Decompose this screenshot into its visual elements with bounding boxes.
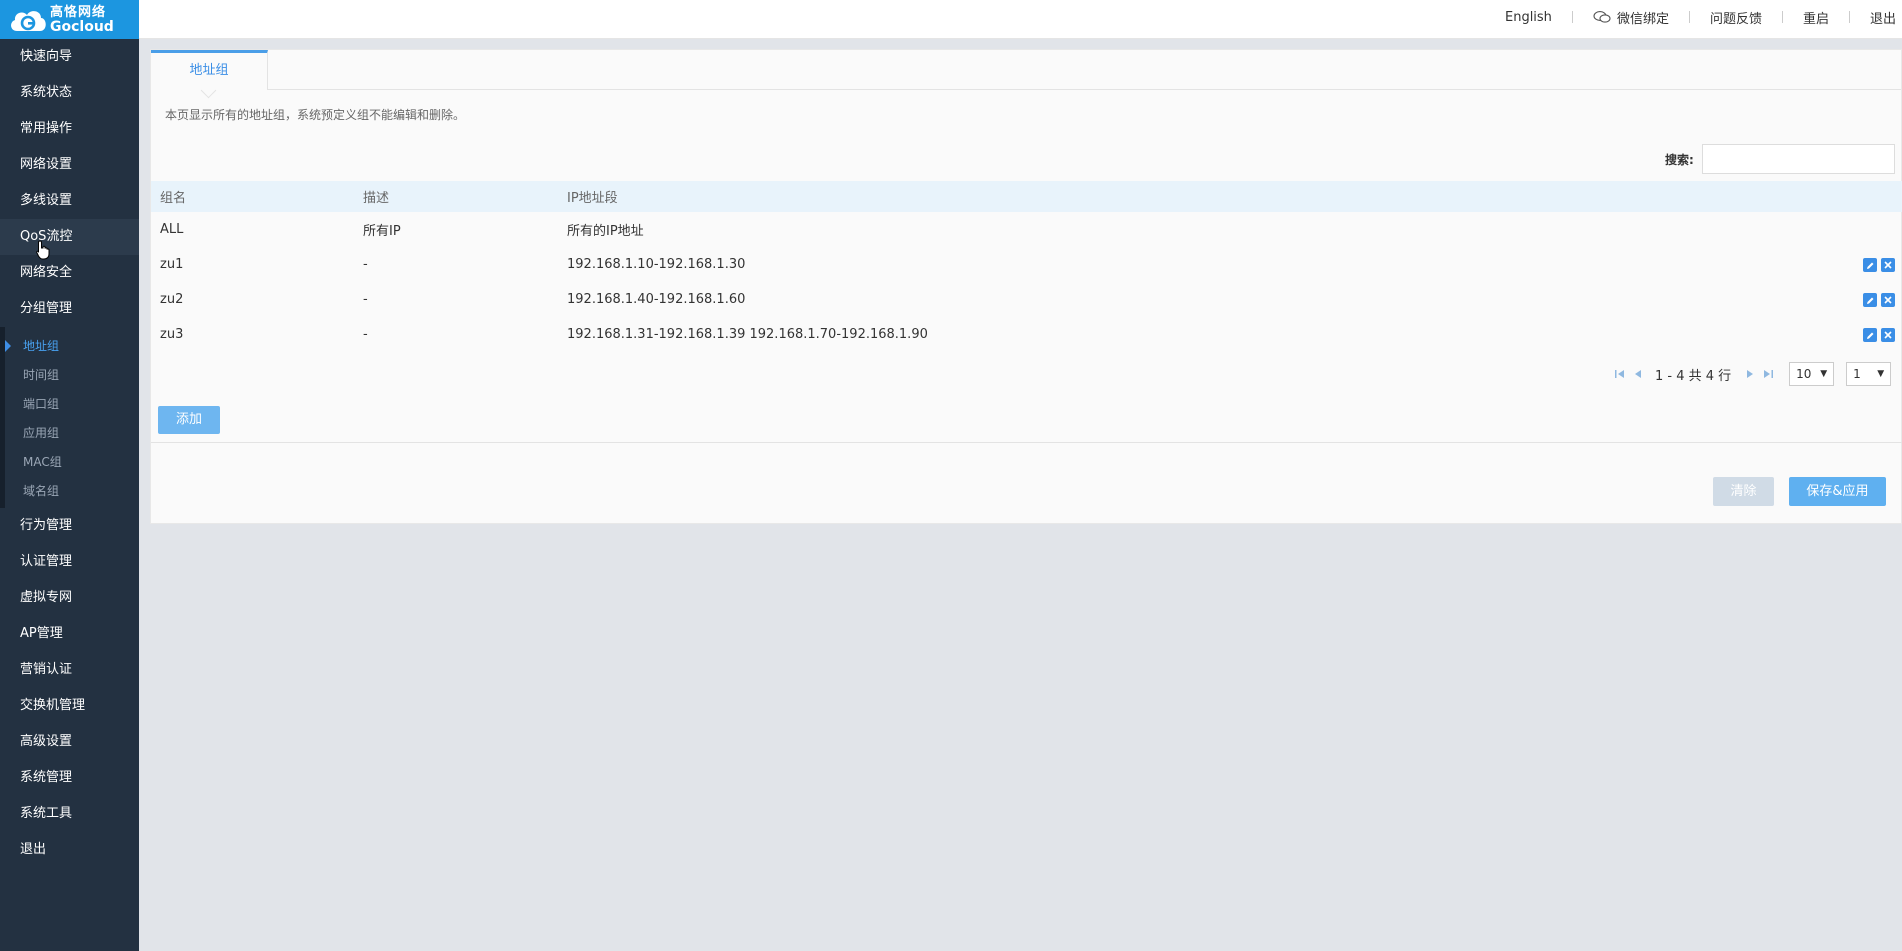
cell-desc: -: [363, 292, 368, 307]
page-size-select[interactable]: 10 ▼: [1789, 362, 1835, 386]
brand-logo[interactable]: 高恪网络 Gocloud: [0, 0, 139, 39]
table-row[interactable]: ALL 所有IP 所有的IP地址: [151, 212, 1902, 247]
feedback-link[interactable]: 问题反馈: [1690, 8, 1782, 27]
brand-name-en: Gocloud: [50, 18, 114, 35]
tab-label: 地址组: [189, 63, 229, 78]
column-header-name[interactable]: 组名: [160, 187, 186, 206]
table-row[interactable]: zu1 - 192.168.1.10-192.168.1.30: [151, 247, 1902, 282]
cell-name: ALL: [160, 222, 184, 237]
sidebar-nav-bottom: 行为管理 认证管理 虚拟专网 AP管理 营销认证 交换机管理 高级设置 系统管理 系统工具 退出: [0, 508, 139, 868]
sidebar-item-bottom-9[interactable]: 退出: [0, 832, 139, 868]
delete-icon[interactable]: [1881, 293, 1895, 307]
table-row[interactable]: zu2 - 192.168.1.40-192.168.1.60: [151, 282, 1902, 317]
edit-icon[interactable]: [1863, 258, 1877, 272]
sidebar-subitem-4[interactable]: MAC组: [5, 448, 139, 477]
page-number-select[interactable]: 1 ▼: [1846, 362, 1892, 386]
cell-desc: -: [363, 257, 368, 272]
page-number-value: 1: [1853, 367, 1861, 381]
sidebar-item-1[interactable]: 系统状态: [0, 75, 139, 111]
sidebar-item-3[interactable]: 网络设置: [0, 147, 139, 183]
wechat-bind-label: 微信绑定: [1616, 11, 1669, 27]
main-panel: 地址组 本页显示所有的地址组，系统预定义组不能编辑和删除。 搜索: 组名 描述 …: [150, 49, 1902, 524]
row-actions: [1863, 293, 1895, 307]
feedback-label: 问题反馈: [1709, 11, 1762, 27]
sidebar-item-bottom-8[interactable]: 系统工具: [0, 796, 139, 832]
cell-name: zu2: [160, 292, 184, 307]
cell-ip: 所有的IP地址: [567, 224, 644, 239]
row-actions: [1863, 328, 1895, 342]
cell-ip: 192.168.1.10-192.168.1.30: [567, 257, 746, 272]
cell-ip: 192.168.1.40-192.168.1.60: [567, 292, 746, 307]
wechat-icon: [1593, 11, 1611, 23]
address-group-table: 组名 描述 IP地址段 ALL 所有IP 所有的IP地址 zu1 - 192.1…: [151, 181, 1902, 352]
edit-icon[interactable]: [1863, 328, 1877, 342]
divider: [151, 442, 1902, 443]
cell-ip: 192.168.1.31-192.168.1.39 192.168.1.70-1…: [567, 327, 928, 342]
sidebar-subitem-1[interactable]: 时间组: [5, 361, 139, 390]
cell-desc: 所有IP: [363, 224, 401, 239]
sidebar-subitem-3[interactable]: 应用组: [5, 419, 139, 448]
sidebar-item-2[interactable]: 常用操作: [0, 111, 139, 147]
clear-button[interactable]: 清除: [1713, 477, 1774, 506]
cell-desc: -: [363, 327, 368, 342]
sidebar-item-0[interactable]: 快速向导: [0, 39, 139, 75]
dropdown-arrow-icon: ▼: [1877, 369, 1885, 379]
add-button[interactable]: 添加: [158, 406, 220, 434]
row-actions: [1863, 258, 1895, 272]
sidebar-submenu-groups: 地址组 时间组 端口组 应用组 MAC组 域名组: [0, 327, 139, 508]
first-page-icon[interactable]: [1614, 368, 1626, 380]
cloud-logo-icon: [11, 10, 46, 31]
sidebar: 高恪网络 Gocloud 快速向导 系统状态 常用操作 网络设置 多线设置 QoS流控 网络…: [0, 0, 139, 951]
wechat-bind-link[interactable]: 微信绑定: [1573, 8, 1689, 27]
save-apply-button[interactable]: 保存&应用: [1789, 477, 1886, 506]
sidebar-item-5[interactable]: QoS流控: [0, 219, 139, 255]
pagination-summary: 1 - 4 共 4 行: [1655, 368, 1732, 384]
sidebar-item-bottom-1[interactable]: 认证管理: [0, 544, 139, 580]
sidebar-item-bottom-7[interactable]: 系统管理: [0, 760, 139, 796]
cell-name: zu1: [160, 257, 184, 272]
last-page-icon[interactable]: [1762, 368, 1774, 380]
tab-bar: 地址组: [151, 50, 1901, 90]
top-nav: English 微信绑定 问题反馈 重启 退出: [1485, 0, 1902, 34]
page-description: 本页显示所有的地址组，系统预定义组不能编辑和删除。: [165, 108, 466, 122]
sidebar-item-6[interactable]: 网络安全: [0, 255, 139, 291]
sidebar-item-bottom-6[interactable]: 高级设置: [0, 724, 139, 760]
dropdown-arrow-icon: ▼: [1820, 369, 1828, 379]
language-label: English: [1504, 9, 1552, 25]
table-header: 组名 描述 IP地址段: [151, 181, 1902, 212]
sidebar-item-7[interactable]: 分组管理: [0, 291, 139, 327]
logout-label: 退出: [1869, 11, 1896, 27]
search-input[interactable]: [1702, 144, 1895, 174]
column-header-ip[interactable]: IP地址段: [567, 187, 618, 206]
top-bar: English 微信绑定 问题反馈 重启 退出: [139, 0, 1902, 39]
brand-name-cn: 高恪网络: [50, 4, 107, 20]
sidebar-item-bottom-4[interactable]: 营销认证: [0, 652, 139, 688]
sidebar-item-bottom-0[interactable]: 行为管理: [0, 508, 139, 544]
prev-page-icon[interactable]: [1632, 368, 1644, 380]
cell-name: zu3: [160, 327, 184, 342]
delete-icon[interactable]: [1881, 258, 1895, 272]
sidebar-item-bottom-2[interactable]: 虚拟专网: [0, 580, 139, 616]
edit-icon[interactable]: [1863, 293, 1877, 307]
language-link[interactable]: English: [1485, 10, 1572, 25]
pagination: 1 - 4 共 4 行 10 ▼ 1 ▼: [1611, 362, 1892, 386]
column-header-desc[interactable]: 描述: [363, 187, 389, 206]
tab-address-group[interactable]: 地址组: [151, 50, 268, 90]
reboot-link[interactable]: 重启: [1783, 8, 1849, 27]
delete-icon[interactable]: [1881, 328, 1895, 342]
sidebar-item-bottom-5[interactable]: 交换机管理: [0, 688, 139, 724]
hand-cursor-icon: [36, 240, 50, 260]
next-page-icon[interactable]: [1744, 368, 1756, 380]
sidebar-nav-top: 快速向导 系统状态 常用操作 网络设置 多线设置 QoS流控 网络安全 分组管理: [0, 39, 139, 327]
search-label: 搜索:: [1665, 153, 1694, 167]
sidebar-item-bottom-3[interactable]: AP管理: [0, 616, 139, 652]
logout-link[interactable]: 退出: [1850, 8, 1902, 27]
table-row[interactable]: zu3 - 192.168.1.31-192.168.1.39 192.168.…: [151, 317, 1902, 352]
sidebar-subitem-0[interactable]: 地址组: [5, 332, 139, 361]
reboot-label: 重启: [1802, 11, 1829, 27]
page-size-value: 10: [1796, 367, 1812, 381]
sidebar-item-4[interactable]: 多线设置: [0, 183, 139, 219]
sidebar-subitem-5[interactable]: 域名组: [5, 477, 139, 506]
sidebar-subitem-2[interactable]: 端口组: [5, 390, 139, 419]
